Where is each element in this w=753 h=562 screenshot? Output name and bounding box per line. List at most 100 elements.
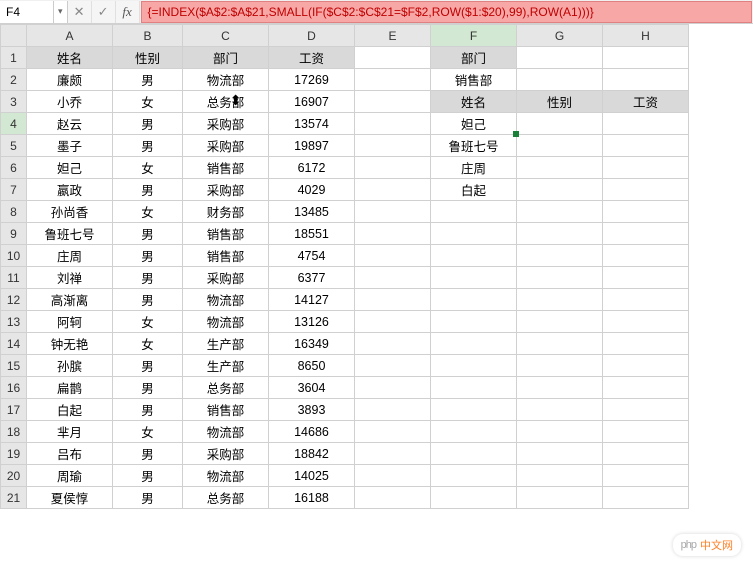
cell-F6[interactable]: 庄周 [431,157,517,179]
cell-F18[interactable] [431,421,517,443]
row-header-18[interactable]: 18 [1,421,27,443]
row-header-16[interactable]: 16 [1,377,27,399]
cell-E11[interactable] [355,267,431,289]
cell-E21[interactable] [355,487,431,509]
cell-H20[interactable] [603,465,689,487]
row-header-15[interactable]: 15 [1,355,27,377]
cell-E9[interactable] [355,223,431,245]
cell-G18[interactable] [517,421,603,443]
cell-D20[interactable]: 14025 [269,465,355,487]
cell-E16[interactable] [355,377,431,399]
cell-D4[interactable]: 13574 [269,113,355,135]
cell-B14[interactable]: 女 [113,333,183,355]
cell-C15[interactable]: 生产部 [183,355,269,377]
cell-B8[interactable]: 女 [113,201,183,223]
cell-D15[interactable]: 8650 [269,355,355,377]
cell-D6[interactable]: 6172 [269,157,355,179]
cell-E8[interactable] [355,201,431,223]
cell-E18[interactable] [355,421,431,443]
cell-C20[interactable]: 物流部 [183,465,269,487]
cell-E20[interactable] [355,465,431,487]
cell-H21[interactable] [603,487,689,509]
cell-E13[interactable] [355,311,431,333]
cell-D19[interactable]: 18842 [269,443,355,465]
cell-B13[interactable]: 女 [113,311,183,333]
cell-E3[interactable] [355,91,431,113]
cell-F3[interactable]: 姓名 [431,91,517,113]
cell-D5[interactable]: 19897 [269,135,355,157]
cell-B16[interactable]: 男 [113,377,183,399]
cell-D9[interactable]: 18551 [269,223,355,245]
cell-F17[interactable] [431,399,517,421]
row-header-19[interactable]: 19 [1,443,27,465]
cell-D1[interactable]: 工资 [269,47,355,69]
cell-F4[interactable]: 妲己 [431,113,517,135]
cell-E12[interactable] [355,289,431,311]
col-header-A[interactable]: A [27,25,113,47]
cell-A13[interactable]: 阿轲 [27,311,113,333]
row-header-5[interactable]: 5 [1,135,27,157]
row-header-8[interactable]: 8 [1,201,27,223]
cell-A7[interactable]: 嬴政 [27,179,113,201]
cell-E4[interactable] [355,113,431,135]
cell-A16[interactable]: 扁鹊 [27,377,113,399]
cell-A17[interactable]: 白起 [27,399,113,421]
cell-F2[interactable]: 销售部 [431,69,517,91]
cell-G8[interactable] [517,201,603,223]
cell-A21[interactable]: 夏侯惇 [27,487,113,509]
cell-F19[interactable] [431,443,517,465]
cell-F12[interactable] [431,289,517,311]
row-header-14[interactable]: 14 [1,333,27,355]
insert-function-button[interactable]: fx [116,1,140,23]
cell-H6[interactable] [603,157,689,179]
cancel-formula-button[interactable]: ✕ [68,1,92,23]
cell-G10[interactable] [517,245,603,267]
row-header-20[interactable]: 20 [1,465,27,487]
cell-B2[interactable]: 男 [113,69,183,91]
cell-G7[interactable] [517,179,603,201]
row-header-1[interactable]: 1 [1,47,27,69]
cell-C10[interactable]: 销售部 [183,245,269,267]
col-header-C[interactable]: C [183,25,269,47]
cell-B20[interactable]: 男 [113,465,183,487]
cell-H4[interactable] [603,113,689,135]
cell-H3[interactable]: 工资 [603,91,689,113]
cell-F21[interactable] [431,487,517,509]
cell-C5[interactable]: 采购部 [183,135,269,157]
cell-H5[interactable] [603,135,689,157]
cell-A12[interactable]: 高渐离 [27,289,113,311]
cell-C3[interactable]: 总务⬍部 [183,91,269,113]
cell-A11[interactable]: 刘禅 [27,267,113,289]
cell-G11[interactable] [517,267,603,289]
cell-G6[interactable] [517,157,603,179]
cell-B7[interactable]: 男 [113,179,183,201]
col-header-D[interactable]: D [269,25,355,47]
cell-D12[interactable]: 14127 [269,289,355,311]
cell-G15[interactable] [517,355,603,377]
cell-E5[interactable] [355,135,431,157]
cell-C13[interactable]: 物流部 [183,311,269,333]
cell-C8[interactable]: 财务部 [183,201,269,223]
cell-C11[interactable]: 采购部 [183,267,269,289]
cell-H14[interactable] [603,333,689,355]
cell-E1[interactable] [355,47,431,69]
cell-G3[interactable]: 性别 [517,91,603,113]
select-all-corner[interactable] [1,25,27,47]
cell-A1[interactable]: 姓名 [27,47,113,69]
cell-G5[interactable] [517,135,603,157]
cell-F9[interactable] [431,223,517,245]
cell-E15[interactable] [355,355,431,377]
cell-B15[interactable]: 男 [113,355,183,377]
cell-B19[interactable]: 男 [113,443,183,465]
row-header-10[interactable]: 10 [1,245,27,267]
cell-H15[interactable] [603,355,689,377]
col-header-B[interactable]: B [113,25,183,47]
formula-input[interactable]: {=INDEX($A$2:$A$21,SMALL(IF($C$2:$C$21=$… [141,1,752,23]
row-header-6[interactable]: 6 [1,157,27,179]
cell-E14[interactable] [355,333,431,355]
cell-H9[interactable] [603,223,689,245]
cell-H2[interactable] [603,69,689,91]
cell-E17[interactable] [355,399,431,421]
cell-H12[interactable] [603,289,689,311]
row-header-7[interactable]: 7 [1,179,27,201]
